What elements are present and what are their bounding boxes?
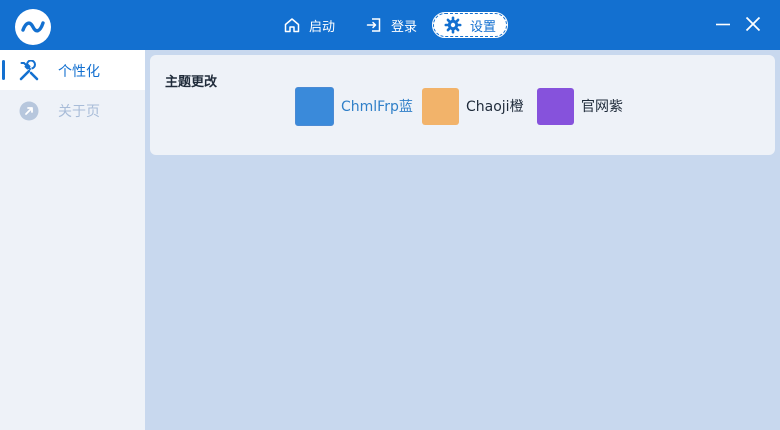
info-circle-icon	[19, 101, 39, 121]
close-button[interactable]	[743, 14, 763, 34]
sidebar-item-label: 关于页	[58, 104, 100, 120]
section-title: 主题更改	[165, 75, 218, 90]
close-icon	[745, 16, 761, 32]
theme-name: ChmlFrp蓝	[341, 99, 413, 115]
app-logo	[15, 9, 51, 45]
minimize-button[interactable]	[713, 14, 733, 34]
theme-option-blue[interactable]: ChmlFrp蓝	[295, 86, 413, 126]
nav-settings-label: 设置	[470, 19, 497, 35]
color-swatch	[422, 87, 459, 125]
color-swatch	[295, 86, 334, 126]
theme-option-orange[interactable]: Chaoji橙	[422, 87, 524, 125]
sidebar-item-label: 个性化	[58, 64, 100, 80]
minimize-icon	[716, 23, 730, 26]
sidebar-item-personalization[interactable]: 个性化	[0, 50, 145, 90]
sidebar: 个性化 关于页	[0, 50, 145, 430]
login-icon	[366, 18, 381, 32]
color-swatch	[537, 87, 574, 125]
nav-login-label: 登录	[391, 19, 418, 35]
nav-settings[interactable]: 设置	[432, 12, 508, 38]
theme-settings-card: 主题更改 ChmlFrp蓝 Chaoji橙 官网紫	[150, 55, 775, 155]
nav-login[interactable]: 登录	[365, 13, 417, 37]
wave-logo-icon	[21, 21, 45, 33]
gear-icon	[444, 16, 462, 34]
theme-name: 官网紫	[581, 99, 623, 115]
nav-start[interactable]: 启动	[283, 13, 335, 37]
home-icon	[284, 18, 300, 33]
nav-start-label: 启动	[309, 19, 336, 35]
sidebar-item-about[interactable]: 关于页	[0, 90, 145, 130]
theme-name: Chaoji橙	[466, 99, 524, 115]
title-bar: 启动 登录 设置	[0, 0, 780, 50]
theme-option-purple[interactable]: 官网紫	[537, 87, 623, 125]
tools-icon	[19, 60, 39, 81]
